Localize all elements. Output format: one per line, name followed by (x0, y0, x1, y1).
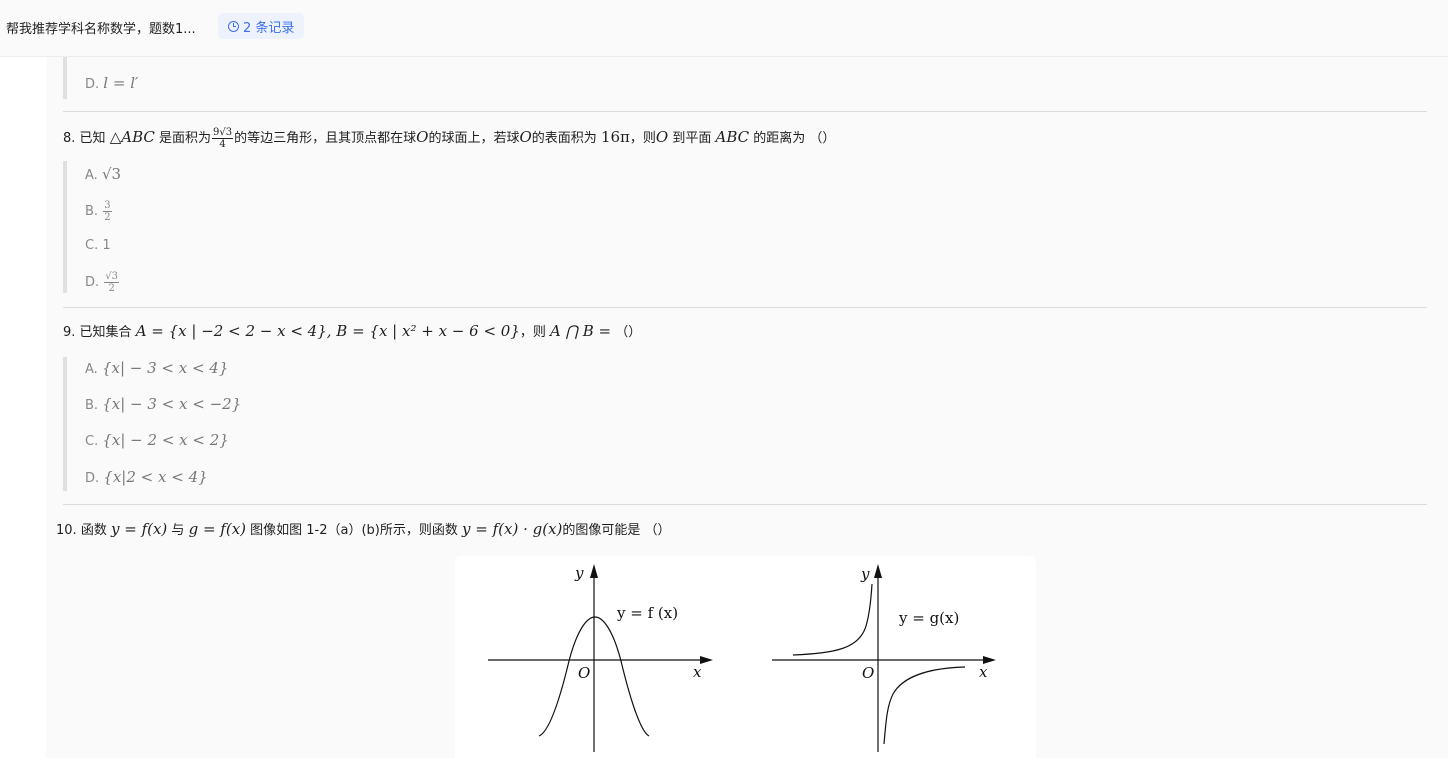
q8-option-d[interactable]: D. √3 2 (85, 271, 120, 294)
q8-option-a[interactable]: A. √3 (85, 165, 121, 183)
records-label: 2 条记录 (243, 20, 295, 36)
arrow-icon (590, 564, 598, 578)
conversation-title: 帮我推荐学科名称数学，题数1... (6, 22, 196, 37)
x-axis-label: x (693, 663, 702, 681)
curve-g-right (883, 666, 966, 745)
q9-option-b[interactable]: B. {x| − 3 < x < −2} (85, 395, 241, 413)
function-label: y = g(x) (898, 609, 959, 627)
q10-figure: y x O y = f (x) y x O y = g(x) (455, 556, 1036, 766)
records-button[interactable]: 2 条记录 (218, 13, 305, 39)
q7-options: D. l = l′ (63, 57, 138, 99)
q9-stem: 9. 已知集合 A = {x | −2 < 2 − x < 4}, B = {x… (63, 322, 642, 340)
q9-option-a[interactable]: A. {x| − 3 < x < 4} (85, 359, 228, 377)
function-graphs: y x O y = f (x) y x O y = g(x) (488, 564, 996, 752)
q7-option-d[interactable]: D. l = l′ (85, 74, 138, 92)
divider (63, 111, 1427, 112)
header-bar: 帮我推荐学科名称数学，题数1... 2 条记录 (0, 0, 1448, 57)
q9-options: A. {x| − 3 < x < 4} B. {x| − 3 < x < −2}… (63, 357, 241, 491)
origin-label: O (578, 664, 590, 682)
q8-option-c[interactable]: C. 1 (85, 238, 111, 253)
q9-option-d[interactable]: D. {x|2 < x < 4} (85, 468, 208, 486)
q8-stem: 8. 已知 △ABC 是面积为 9√3 4 的等边三角形，且其顶点都在球O的球面上，若… (63, 127, 836, 150)
q10-stem: 10. 函数 y = f(x) 与 g = f(x) 图像如图 1-2（a）(b… (56, 520, 671, 538)
arrow-icon (700, 656, 713, 664)
fraction: 32 (103, 200, 112, 223)
function-label: y = f (x) (616, 604, 678, 622)
question-list: D. l = l′ 8. 已知 △ABC 是面积为 9√3 4 的等边三角形，且其顶点… (46, 57, 1448, 766)
y-axis-label: y (860, 565, 870, 583)
divider (63, 504, 1427, 505)
divider (63, 307, 1427, 308)
y-axis-label: y (574, 564, 584, 582)
clock-icon (228, 20, 239, 32)
fraction: 9√3 4 (212, 127, 234, 150)
x-axis-label: x (979, 663, 988, 681)
origin-label: O (862, 664, 874, 682)
fraction: √3 2 (104, 271, 120, 294)
q8-option-b[interactable]: B. 32 (85, 200, 113, 223)
graph-g (772, 564, 996, 752)
q9-option-c[interactable]: C. {x| − 2 < x < 2} (85, 431, 229, 449)
q8-options: A. √3 B. 32 C. 1 D. √3 2 (63, 161, 121, 294)
arrow-icon (874, 564, 882, 578)
curve-g-left (792, 583, 873, 656)
graph-f (488, 564, 713, 752)
